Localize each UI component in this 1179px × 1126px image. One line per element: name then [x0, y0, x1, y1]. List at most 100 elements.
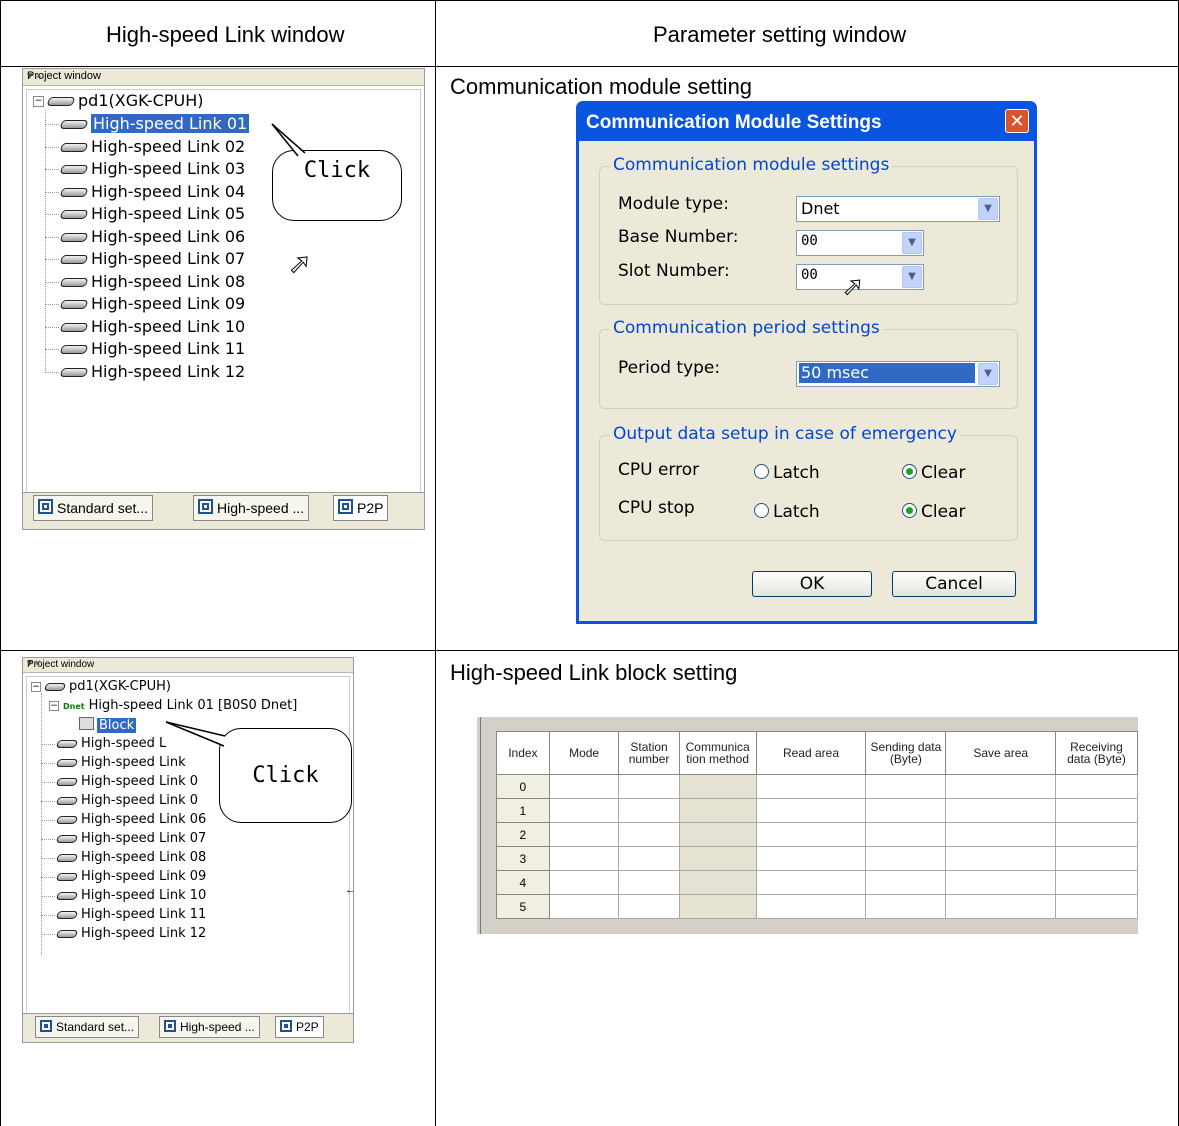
- column-header[interactable]: Receiving data (Byte): [1054, 731, 1138, 775]
- table-cell[interactable]: [678, 822, 757, 847]
- table-cell[interactable]: [548, 846, 620, 871]
- tree-item[interactable]: High-speed Link 12: [41, 926, 206, 941]
- tree-item[interactable]: High-speed L: [41, 736, 166, 751]
- tree-item[interactable]: High-speed Link 0: [41, 793, 198, 808]
- tree-item[interactable]: High-speed Link 08: [45, 272, 245, 291]
- table-row[interactable]: 1: [496, 798, 1138, 823]
- chevron-down-icon[interactable]: ▼: [902, 232, 922, 254]
- column-header[interactable]: Save area: [945, 731, 1056, 775]
- table-row[interactable]: 0: [496, 774, 1138, 799]
- tree-item[interactable]: High-speed Link 06: [45, 227, 245, 246]
- column-header[interactable]: Mode: [548, 731, 620, 775]
- table-cell[interactable]: [548, 798, 620, 823]
- tree-item-block[interactable]: Block: [79, 717, 137, 733]
- column-header[interactable]: Communica tion method: [678, 731, 757, 775]
- table-cell[interactable]: [945, 846, 1056, 871]
- tree-item[interactable]: High-speed Link 10: [45, 317, 245, 336]
- tree-item[interactable]: High-speed Link 07: [41, 831, 206, 846]
- table-cell[interactable]: [678, 774, 757, 799]
- cpu-stop-latch-radio[interactable]: Latch: [754, 502, 820, 522]
- table-row[interactable]: 4: [496, 870, 1138, 895]
- cpu-error-clear-radio[interactable]: Clear: [902, 463, 965, 483]
- table-cell[interactable]: [548, 894, 620, 919]
- table-cell[interactable]: [548, 774, 620, 799]
- table-cell[interactable]: [618, 798, 680, 823]
- table-cell[interactable]: [865, 870, 947, 895]
- column-header[interactable]: Index: [496, 731, 550, 775]
- table-cell[interactable]: [1054, 846, 1138, 871]
- table-cell[interactable]: [678, 846, 757, 871]
- table-cell[interactable]: [548, 870, 620, 895]
- table-cell[interactable]: [548, 822, 620, 847]
- tree-item[interactable]: High-speed Link: [41, 755, 186, 770]
- tree-item[interactable]: High-speed Link 09: [45, 295, 245, 313]
- close-icon[interactable]: ▾ ×: [27, 658, 347, 669]
- column-header[interactable]: Read area: [755, 731, 867, 775]
- table-cell[interactable]: [755, 798, 867, 823]
- tree-item[interactable]: High-speed Link 09: [41, 869, 206, 884]
- table-cell[interactable]: [865, 894, 947, 919]
- tree-item[interactable]: High-speed Link 11: [41, 907, 206, 922]
- table-cell[interactable]: [945, 774, 1056, 799]
- tree-item[interactable]: High-speed Link 0: [41, 774, 198, 789]
- tree-item[interactable]: High-speed Link 08: [41, 850, 206, 865]
- table-row[interactable]: 3: [496, 846, 1138, 871]
- table-cell[interactable]: [1054, 774, 1138, 799]
- table-cell[interactable]: [865, 774, 947, 799]
- tab-p2p[interactable]: P2P: [275, 1016, 324, 1038]
- table-cell[interactable]: [618, 822, 680, 847]
- table-cell[interactable]: [945, 894, 1056, 919]
- tree-root[interactable]: − pd1(XGK-CPUH): [33, 92, 203, 110]
- table-cell[interactable]: [618, 870, 680, 895]
- table-cell[interactable]: [865, 822, 947, 847]
- tree-item-expanded[interactable]: − Dnet High-speed Link 01 [B0S0 Dnet]: [49, 698, 297, 714]
- tree-item[interactable]: High-speed Link 07: [45, 250, 245, 268]
- table-cell[interactable]: [755, 870, 867, 895]
- table-cell[interactable]: [755, 846, 867, 871]
- tab-high-speed[interactable]: High-speed ...: [193, 495, 310, 521]
- column-header[interactable]: Sending data (Byte): [865, 731, 947, 775]
- module-type-select[interactable]: Dnet ▼: [796, 196, 1000, 222]
- table-cell[interactable]: [755, 822, 867, 847]
- tree-item[interactable]: High-speed Link 05: [45, 205, 245, 223]
- tab-high-speed[interactable]: High-speed ...: [159, 1016, 260, 1038]
- tree-item[interactable]: High-speed Link 04: [45, 182, 245, 201]
- column-header[interactable]: Station number: [618, 731, 680, 775]
- table-cell[interactable]: [755, 774, 867, 799]
- tree-item[interactable]: High-speed Link 02: [45, 137, 245, 156]
- tab-p2p[interactable]: P2P: [333, 495, 389, 521]
- table-cell[interactable]: [678, 870, 757, 895]
- table-cell[interactable]: [618, 774, 680, 799]
- cpu-error-latch-radio[interactable]: Latch: [754, 463, 820, 483]
- tree-item[interactable]: High-speed Link 11: [45, 340, 245, 358]
- table-cell[interactable]: [1054, 822, 1138, 847]
- table-cell[interactable]: [865, 798, 947, 823]
- tree-item[interactable]: High-speed Link 01: [45, 114, 250, 133]
- chevron-down-icon[interactable]: ▼: [902, 266, 922, 288]
- close-button[interactable]: ✕: [1005, 109, 1029, 133]
- period-type-select[interactable]: 50 msec ▼: [796, 361, 1000, 387]
- tree-item[interactable]: High-speed Link 06: [41, 812, 206, 827]
- table-cell[interactable]: [1054, 894, 1138, 919]
- tab-standard-settings[interactable]: Standard set...: [33, 495, 154, 521]
- table-cell[interactable]: [678, 894, 757, 919]
- table-cell[interactable]: [1054, 870, 1138, 895]
- cancel-button[interactable]: Cancel: [892, 571, 1016, 597]
- table-cell[interactable]: [755, 894, 867, 919]
- table-row[interactable]: 2: [496, 822, 1138, 847]
- cpu-stop-clear-radio[interactable]: Clear: [902, 502, 965, 522]
- tree-item[interactable]: High-speed Link 10: [41, 888, 206, 903]
- table-row[interactable]: 5: [496, 894, 1138, 919]
- table-cell[interactable]: [618, 894, 680, 919]
- chevron-down-icon[interactable]: ▼: [978, 363, 998, 385]
- tab-standard-settings[interactable]: Standard set...: [35, 1016, 140, 1038]
- table-cell[interactable]: [945, 870, 1056, 895]
- tree-item[interactable]: High-speed Link 03: [45, 160, 245, 178]
- tree-root[interactable]: − pd1(XGK-CPUH): [31, 679, 171, 694]
- base-number-select[interactable]: 00 ▼: [796, 230, 924, 256]
- table-cell[interactable]: [945, 798, 1056, 823]
- tree-item[interactable]: High-speed Link 12: [45, 362, 245, 381]
- close-icon[interactable]: ▾ ×: [27, 69, 418, 82]
- table-cell[interactable]: [945, 822, 1056, 847]
- table-cell[interactable]: [865, 846, 947, 871]
